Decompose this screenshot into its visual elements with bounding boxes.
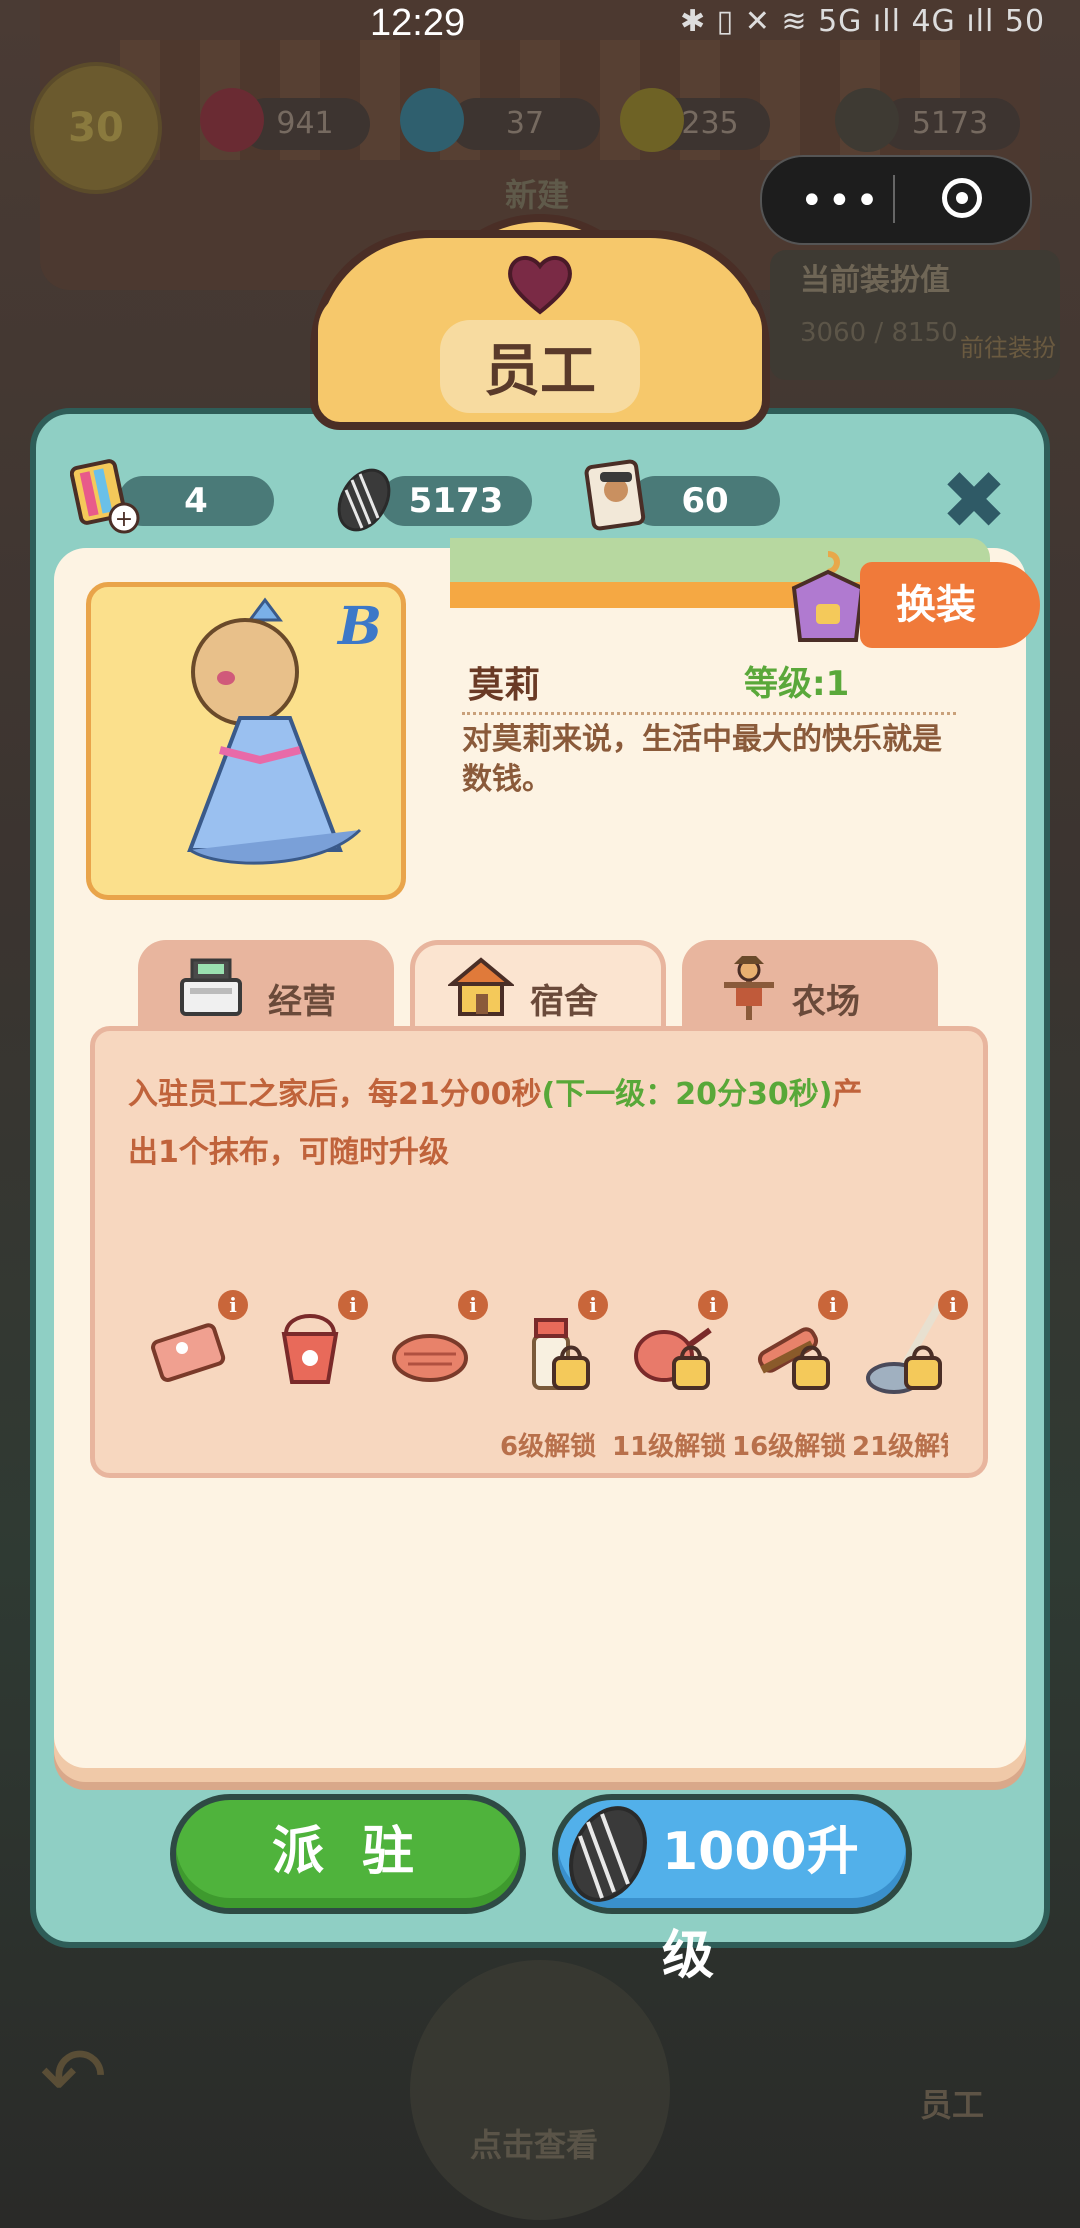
player-level-badge[interactable]: 30	[30, 62, 162, 194]
heart-icon	[508, 256, 572, 315]
decor-value: 3060 / 8150	[800, 318, 958, 348]
ticket-icon[interactable]: +	[70, 456, 142, 536]
card-icon	[620, 88, 684, 152]
employee-description: 对莫莉来说，生活中最大的快乐就是数钱。	[462, 722, 942, 797]
unlock-label: 6级解锁	[500, 1432, 597, 1462]
capsule-divider	[893, 175, 895, 223]
info-icon[interactable]: i	[458, 1290, 488, 1320]
staff-nav-label[interactable]: 员工	[920, 2080, 984, 2126]
gem-icon	[200, 88, 264, 152]
dialog-title: 员工	[440, 320, 640, 413]
dorm-text-1: 入驻员工之家后，每21分00秒	[128, 1077, 542, 1112]
mop-icon[interactable]	[862, 1300, 948, 1396]
change-outfit-button[interactable]: 换装	[860, 562, 1040, 648]
seeds-counter: 5173	[880, 98, 1020, 150]
house-icon	[448, 957, 514, 1016]
unlock-label: 11级解锁	[612, 1432, 727, 1462]
new-build-label: 新建	[505, 176, 570, 214]
back-arrow-icon[interactable]: ↶	[40, 2030, 107, 2123]
employee-name: 莫莉	[468, 665, 541, 706]
staff-card-icon	[584, 459, 646, 531]
info-icon[interactable]: i	[338, 1290, 368, 1320]
sunflower-seed-icon	[569, 1806, 647, 1902]
dorm-description: 入驻员工之家后，每21分00秒(下一级：20分30秒)产出1个抹布，可随时升级	[128, 1066, 868, 1182]
dispatch-button[interactable]: 派 驻	[170, 1794, 526, 1914]
seed-count: 5173	[380, 476, 532, 526]
unlock-label: 16级解锁	[732, 1432, 847, 1462]
tickets-counter: 37	[450, 98, 600, 150]
ticket-icon	[400, 88, 464, 152]
employee-level: 等级:1	[744, 664, 850, 704]
status-icons: ✱ ▯ ✕ ≋ 5G ıll 4G ıll 50	[680, 4, 1046, 39]
locked-area	[410, 1960, 670, 2220]
status-time: 12:29	[370, 2, 466, 44]
scarecrow-icon	[724, 956, 774, 1020]
tap-to-view[interactable]: 点击查看	[470, 2120, 598, 2166]
info-icon[interactable]: i	[818, 1290, 848, 1320]
dotted-divider	[462, 712, 956, 715]
close-icon[interactable]: ✖	[935, 461, 1013, 541]
go-decorate-button[interactable]: 前往装扮	[960, 328, 1056, 363]
dorm-next-level: (下一级：20分30秒)	[541, 1077, 833, 1112]
info-icon[interactable]: i	[218, 1290, 248, 1320]
employee-rank-badge: B	[338, 596, 382, 657]
tab-farm-label: 农场	[792, 982, 860, 1022]
unlock-label: 21级解锁	[852, 1432, 948, 1462]
info-icon[interactable]: i	[698, 1290, 728, 1320]
svg-text:+: +	[115, 507, 133, 532]
tab-dorm-label: 宿舍	[530, 982, 598, 1022]
target-icon[interactable]	[942, 178, 982, 218]
sunflower-seed-icon	[337, 468, 391, 532]
tab-business-label: 经营	[268, 982, 336, 1022]
info-icon[interactable]: i	[578, 1290, 608, 1320]
cash-register-icon	[180, 958, 242, 1016]
seed-icon	[835, 88, 899, 152]
decor-value-title: 当前装扮值	[800, 263, 950, 298]
more-icon[interactable]: •••	[800, 178, 883, 224]
info-icon[interactable]: i	[938, 1290, 968, 1320]
